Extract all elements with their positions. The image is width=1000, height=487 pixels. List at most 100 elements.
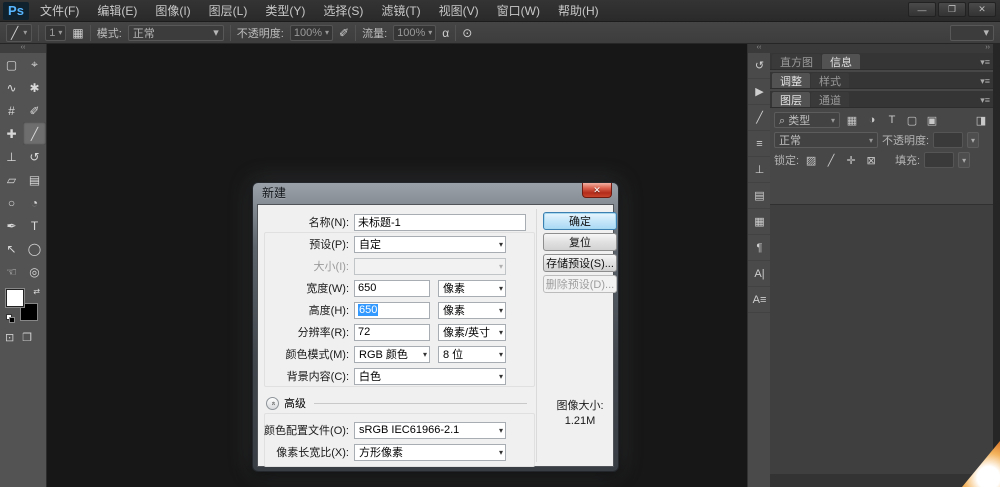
resolution-unit-dropdown[interactable]: 像素/英寸 ▾ <box>438 323 506 341</box>
default-colors-icon[interactable] <box>6 314 15 323</box>
blur-tool[interactable]: ○ <box>0 191 23 214</box>
toolbar-collapse-handle[interactable]: ‹‹ <box>0 44 46 53</box>
clone-source-panel-icon[interactable]: ⊥ <box>748 157 771 183</box>
layers-opacity-field[interactable] <box>933 132 964 148</box>
opacity-field[interactable]: 100% ▾ <box>289 24 334 41</box>
path-selection-tool[interactable]: ↖ <box>0 237 23 260</box>
width-input[interactable]: 650 <box>354 279 430 297</box>
pen-tool[interactable]: ✒ <box>0 214 23 237</box>
tablet-pressure-opacity-icon[interactable]: ✐ <box>339 26 349 40</box>
menu-view[interactable]: 视图(V) <box>432 0 486 21</box>
healing-brush-tool[interactable]: ✚ <box>0 122 23 145</box>
gradient-tool[interactable]: ▤ <box>23 168 46 191</box>
menu-select[interactable]: 选择(S) <box>316 0 370 21</box>
character-styles-panel-icon[interactable]: A≡ <box>748 287 771 313</box>
menu-filter[interactable]: 滤镜(T) <box>374 0 427 21</box>
brush-tool[interactable]: ╱ <box>23 122 46 145</box>
foreground-color-swatch[interactable] <box>6 289 24 307</box>
tablet-pressure-size-icon[interactable]: ⊙ <box>462 26 472 40</box>
menu-type[interactable]: 类型(Y) <box>258 0 312 21</box>
brush-size-picker[interactable]: 1 ▾ <box>45 24 67 41</box>
reset-button[interactable]: 复位 <box>543 233 617 251</box>
tab-channels[interactable]: 通道 <box>811 92 849 107</box>
menu-help[interactable]: 帮助(H) <box>551 0 606 21</box>
menu-window[interactable]: 窗口(W) <box>490 0 547 21</box>
close-window-button[interactable]: ✕ <box>968 2 996 17</box>
bit-depth-dropdown[interactable]: 8 位 ▾ <box>438 345 506 363</box>
dialog-close-button[interactable]: ✕ <box>582 183 612 198</box>
eyedropper-tool[interactable]: ✐ <box>23 99 46 122</box>
save-preset-button[interactable]: 存储预设(S)... <box>543 254 617 272</box>
height-unit-dropdown[interactable]: 像素 ▾ <box>438 301 506 319</box>
layers-blend-mode-dropdown[interactable]: 正常 ▾ <box>774 132 878 148</box>
history-panel-icon[interactable]: ↺ <box>748 53 771 79</box>
panel-menu-icon[interactable]: ▾≡ <box>980 57 990 68</box>
chevron-down-icon[interactable]: ▾ <box>967 132 980 148</box>
ellipse-tool[interactable]: ◯ <box>23 237 46 260</box>
quick-mask-icon[interactable]: ⊡ <box>5 331 14 344</box>
resolution-input[interactable]: 72 <box>354 323 430 341</box>
filter-smart-objects-icon[interactable]: ▣ <box>924 114 940 127</box>
background-dropdown[interactable]: 白色 ▾ <box>354 367 506 385</box>
layer-filter-dropdown[interactable]: ⌕ 类型 ▾ <box>774 112 840 128</box>
options-right-dropdown[interactable]: ▾ <box>950 24 994 41</box>
panel-menu-icon[interactable]: ▾≡ <box>980 76 990 87</box>
menu-edit[interactable]: 编辑(E) <box>90 0 144 21</box>
preset-dropdown[interactable]: 自定 ▾ <box>354 235 506 253</box>
notes-panel-icon[interactable]: ▤ <box>748 183 771 209</box>
filter-type-layers-icon[interactable]: T <box>884 114 900 127</box>
eraser-tool[interactable]: ▱ <box>0 168 23 191</box>
filter-pixel-layers-icon[interactable]: ▦ <box>844 114 860 127</box>
ok-button[interactable]: 确定 <box>543 212 617 230</box>
tab-info[interactable]: 信息 <box>822 54 860 69</box>
tab-adjustments[interactable]: 调整 <box>772 73 810 88</box>
airbrush-icon[interactable]: α <box>442 26 449 40</box>
menu-layer[interactable]: 图层(L) <box>202 0 255 21</box>
restore-button[interactable]: ❐ <box>938 2 966 17</box>
history-brush-tool[interactable]: ↺ <box>23 145 46 168</box>
crop-tool[interactable]: # <box>0 99 23 122</box>
tab-styles[interactable]: 样式 <box>811 73 849 88</box>
screen-mode-icon[interactable]: ❐ <box>22 331 32 344</box>
chevron-down-icon[interactable]: ▾ <box>958 152 971 168</box>
properties-panel-icon[interactable]: ▦ <box>748 209 771 235</box>
filter-adjustment-layers-icon[interactable]: ◑ <box>864 114 880 127</box>
color-mode-dropdown[interactable]: RGB 颜色 ▾ <box>354 345 430 363</box>
color-profile-dropdown[interactable]: sRGB IEC61966-2.1 ▾ <box>354 421 506 439</box>
tool-preset-picker[interactable]: ╱ ▾ <box>6 23 33 42</box>
filter-toggle-icon[interactable]: ◨ <box>973 114 989 127</box>
character-panel-icon[interactable]: A| <box>748 261 771 287</box>
layers-fill-field[interactable] <box>924 152 955 168</box>
panel-menu-icon[interactable]: ▾≡ <box>980 95 990 106</box>
lock-all-icon[interactable]: ⊠ <box>863 154 879 167</box>
rectangular-marquee-tool[interactable]: ▢ <box>0 53 23 76</box>
actions-panel-icon[interactable]: ▶ <box>748 79 771 105</box>
menu-file[interactable]: 文件(F) <box>33 0 86 21</box>
dodge-tool[interactable]: ◔ <box>23 191 46 214</box>
pixel-aspect-dropdown[interactable]: 方形像素 ▾ <box>354 443 506 461</box>
width-unit-dropdown[interactable]: 像素 ▾ <box>438 279 506 297</box>
brush-presets-panel-icon[interactable]: ≡ <box>748 131 771 157</box>
magic-wand-tool[interactable]: ✱ <box>23 76 46 99</box>
paragraph-panel-icon[interactable]: ¶ <box>748 235 771 261</box>
type-tool[interactable]: T <box>23 214 46 237</box>
menu-image[interactable]: 图像(I) <box>148 0 197 21</box>
clone-stamp-tool[interactable]: ⊥ <box>0 145 23 168</box>
panels-expand-handle[interactable]: ›› <box>770 44 993 53</box>
tab-layers[interactable]: 图层 <box>772 92 810 107</box>
filter-shape-layers-icon[interactable]: ▢ <box>904 114 920 127</box>
minimize-button[interactable]: — <box>908 2 936 17</box>
move-tool[interactable]: ⌖ <box>23 53 46 76</box>
lock-paint-icon[interactable]: ╱ <box>823 154 839 167</box>
name-input[interactable]: 未标题-1 <box>354 213 526 231</box>
zoom-tool[interactable]: ◎ <box>23 260 46 283</box>
flow-field[interactable]: 100% ▾ <box>393 24 437 41</box>
height-input[interactable]: 650 <box>354 301 430 319</box>
lock-position-icon[interactable]: ✛ <box>843 154 859 167</box>
toggle-brush-panel-button[interactable]: ▦ <box>72 26 83 40</box>
brush-panel-icon[interactable]: ╱ <box>748 105 771 131</box>
blend-mode-dropdown[interactable]: 正常 ▾ <box>127 24 224 41</box>
advanced-toggle-button[interactable]: « <box>266 396 279 410</box>
dock-collapse-handle[interactable]: ‹‹ <box>748 44 770 53</box>
swap-colors-icon[interactable]: ⇄ <box>33 287 40 296</box>
